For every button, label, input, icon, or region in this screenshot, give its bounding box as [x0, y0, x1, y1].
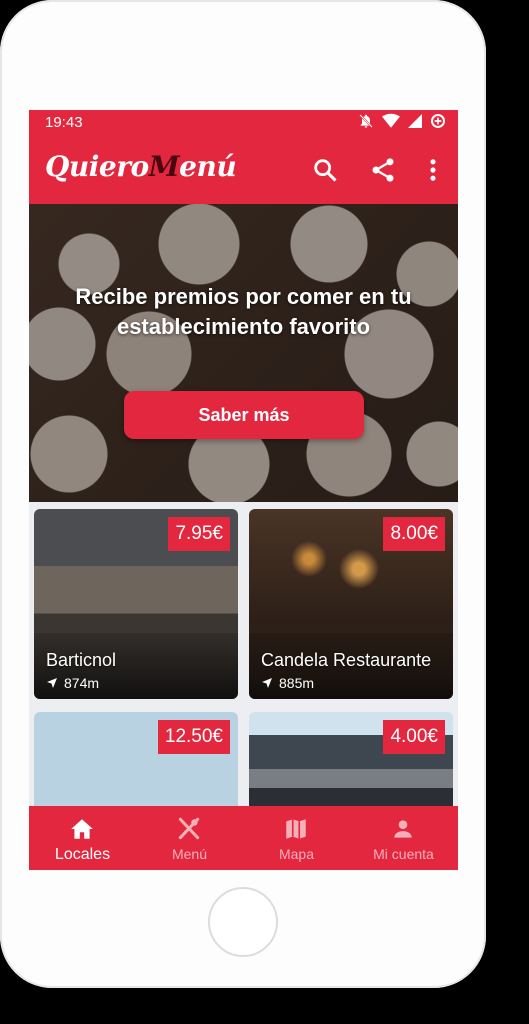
app-bar: QuieroMenú: [29, 136, 458, 204]
person-icon: [394, 820, 412, 838]
distance-value: 885m: [279, 675, 315, 691]
utensils-icon: [178, 817, 200, 840]
price-badge: 8.00€: [383, 517, 445, 551]
map-icon: [286, 819, 306, 839]
nav-item-mi-cuenta[interactable]: Mi cuenta: [350, 806, 457, 870]
restaurant-card[interactable]: 7.95€ Barticnol 874m: [34, 509, 238, 699]
navigation-arrow-icon: [262, 678, 272, 688]
price-badge: 12.50€: [157, 720, 230, 754]
logo-text-m: M: [148, 150, 180, 183]
nav-item-locales[interactable]: Locales: [29, 806, 136, 870]
saber-mas-button[interactable]: Saber más: [124, 391, 364, 439]
price-badge: 4.00€: [383, 720, 445, 754]
nav-item-mapa[interactable]: Mapa: [243, 806, 350, 870]
nav-label: Mi cuenta: [373, 846, 434, 862]
nav-item-menu[interactable]: Menú: [136, 806, 243, 870]
nav-label: Locales: [54, 846, 111, 863]
search-icon[interactable]: [311, 156, 339, 184]
restaurant-name: Barticnol: [46, 650, 117, 670]
logo-text-quiero: Quiero: [45, 150, 149, 183]
navigation-arrow-icon: [47, 678, 57, 688]
status-bar: 19:43: [29, 110, 458, 136]
status-icons: [358, 113, 446, 129]
battery-saver-icon: [431, 114, 445, 128]
app-logo: QuieroMenú: [45, 150, 237, 183]
phone-frame: 19:43 QuieroMenú Recibe premios por come…: [0, 0, 486, 988]
status-time: 19:43: [45, 114, 83, 131]
logo-text-enu: enú: [179, 150, 237, 183]
restaurant-distance: 874m: [46, 675, 99, 691]
notifications-off-icon: [359, 114, 373, 128]
hero-title: Recibe premios por comer en tu estableci…: [75, 284, 412, 339]
app-screen: 19:43 QuieroMenú Recibe premios por come…: [29, 110, 458, 870]
distance-value: 874m: [64, 675, 100, 691]
restaurant-name: Candela Restaurante: [261, 650, 432, 670]
hero-banner: Recibe premios por comer en tu estableci…: [29, 204, 458, 502]
home-icon: [71, 819, 93, 839]
wifi-icon: [382, 113, 400, 128]
signal-icon: [408, 114, 422, 128]
restaurant-distance: 885m: [261, 675, 314, 691]
price-badge: 7.95€: [168, 517, 230, 551]
nav-label: Mapa: [278, 846, 315, 862]
bottom-navigation: Locales Menú Mapa Mi cuenta: [29, 806, 458, 870]
more-vert-icon[interactable]: [419, 156, 447, 184]
home-button[interactable]: [208, 887, 278, 957]
nav-label: Menú: [171, 846, 208, 862]
restaurant-card[interactable]: 8.00€ Candela Restaurante 885m: [249, 509, 453, 699]
share-icon[interactable]: [369, 156, 397, 184]
